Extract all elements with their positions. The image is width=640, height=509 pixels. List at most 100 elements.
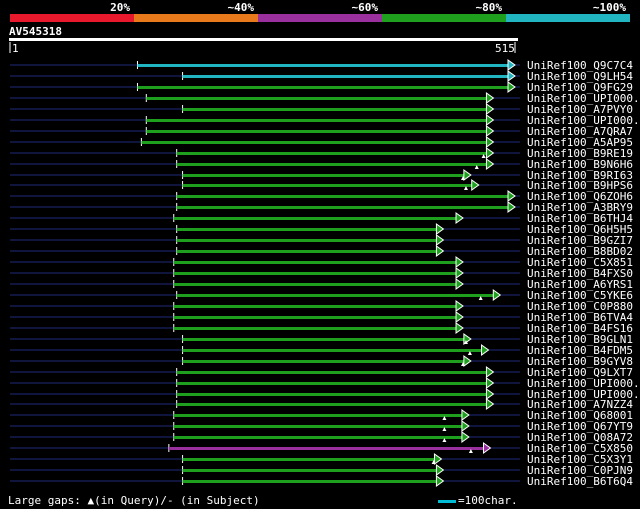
hit-bar[interactable] (146, 119, 488, 122)
hit-end-arrow (485, 377, 495, 389)
hit-bar[interactable] (146, 130, 488, 133)
hit-end-arrow (485, 103, 495, 115)
hit-end-arrow (455, 278, 464, 290)
identity-color-scale: 20% ~40% ~60% ~80% ~100% (10, 1, 630, 22)
hit-bar[interactable] (146, 97, 488, 100)
hit-bar[interactable] (182, 349, 483, 352)
query-ruler: 1 515 (9, 38, 518, 55)
hit-end-arrow (507, 81, 516, 93)
alignment-graphic: 20% ~40% ~60% ~80% ~100% AV545318 1 515 UniR… (9, 1, 640, 488)
query-bar (9, 38, 518, 41)
hit-end-arrow (485, 158, 495, 170)
hit-bar[interactable] (182, 75, 509, 78)
hit-end-arrow (485, 114, 495, 126)
hit-end-arrow (435, 223, 445, 235)
hit-end-arrow (485, 147, 495, 159)
hit-end-arrow (435, 464, 445, 476)
hit-bar[interactable] (173, 261, 458, 264)
hit-end-arrow (463, 169, 472, 181)
hit-bar[interactable] (176, 206, 509, 209)
hit-label[interactable]: UniRef100_B6T6Q4 (527, 475, 633, 488)
hit-end-arrow (492, 289, 502, 301)
hit-bar[interactable] (182, 108, 488, 111)
hit-bar[interactable] (182, 174, 465, 177)
scale-segment (258, 14, 382, 22)
length-legend-text: =100char. (458, 494, 518, 507)
hit-end-arrow (485, 388, 495, 400)
hit-end-arrow (435, 245, 445, 257)
query-start: 1 (12, 42, 19, 55)
hit-bar[interactable] (173, 414, 463, 417)
hit-bar[interactable] (176, 250, 438, 253)
hit-bar[interactable] (137, 64, 510, 67)
scale-label: ~80% (476, 1, 503, 14)
hit-end-arrow (435, 475, 445, 487)
hit-bar[interactable] (173, 436, 463, 439)
hit-bar[interactable] (182, 360, 465, 363)
scale-label: ~100% (593, 1, 626, 14)
hit-end-arrow (485, 92, 495, 104)
hit-end-arrow (481, 344, 490, 356)
hit-bar[interactable] (176, 152, 488, 155)
hit-end-arrow (507, 59, 516, 71)
hit-end-arrow (485, 136, 495, 148)
hit-bar[interactable] (173, 316, 458, 319)
hit-end-arrow (463, 355, 472, 367)
hit-bar[interactable] (176, 294, 495, 297)
hit-bar[interactable] (176, 195, 509, 198)
hit-bar[interactable] (141, 141, 488, 144)
hit-end-arrow (461, 420, 470, 432)
hit-bar[interactable] (182, 458, 436, 461)
query-end: 515 (495, 42, 515, 55)
alignment-row[interactable]: UniRef100_B6T6Q4 (10, 475, 633, 488)
scale-segment (10, 14, 134, 22)
hit-bar[interactable] (182, 469, 438, 472)
hit-end-arrow (471, 179, 480, 191)
hit-end-arrow (485, 398, 495, 410)
scale-segment (506, 14, 630, 22)
scale-label: ~40% (228, 1, 255, 14)
hit-bar[interactable] (176, 239, 438, 242)
hit-end-arrow (455, 300, 464, 312)
hit-end-arrow (485, 125, 495, 137)
hit-bar[interactable] (173, 327, 458, 330)
hit-bar[interactable] (176, 382, 488, 385)
hit-bar[interactable] (168, 447, 485, 450)
hit-bar[interactable] (173, 305, 458, 308)
gaps-legend: Large gaps: ▲(in Query)/- (in Subject) (8, 494, 260, 507)
hit-end-arrow (507, 190, 516, 202)
hit-end-arrow (507, 70, 516, 82)
hit-end-arrow (461, 409, 470, 421)
hit-end-arrow (455, 212, 464, 224)
scale-label: 20% (110, 1, 130, 14)
hit-bar[interactable] (182, 338, 465, 341)
hit-bar[interactable] (176, 163, 488, 166)
hit-bar[interactable] (176, 228, 438, 231)
hit-end-arrow (455, 311, 464, 323)
hit-bar[interactable] (173, 272, 458, 275)
hit-end-arrow (455, 322, 464, 334)
hit-bar[interactable] (182, 480, 438, 483)
hit-bar[interactable] (173, 425, 463, 428)
scale-segment (134, 14, 258, 22)
length-legend-bar (438, 499, 456, 503)
hit-end-arrow (485, 366, 495, 378)
hit-bar[interactable] (137, 86, 510, 89)
hit-end-arrow (461, 431, 470, 443)
hit-bar[interactable] (173, 217, 458, 220)
hit-end-arrow (507, 201, 516, 213)
scale-segment (382, 14, 506, 22)
hit-bar[interactable] (176, 403, 488, 406)
hit-end-arrow (435, 234, 445, 246)
hit-bar[interactable] (173, 283, 458, 286)
hit-bar[interactable] (182, 184, 473, 187)
query-name: AV545318 (9, 25, 62, 38)
hit-end-arrow (455, 256, 464, 268)
hit-end-arrow (433, 453, 443, 465)
length-legend: =100char. (438, 494, 518, 507)
scale-label: ~60% (352, 1, 379, 14)
hit-bar[interactable] (176, 393, 488, 396)
alignment-rows: UniRef100_Q9C7C4UniRef100_Q9LH54UniRef10… (10, 59, 640, 488)
hit-bar[interactable] (176, 371, 488, 374)
hit-end-arrow (482, 442, 492, 454)
